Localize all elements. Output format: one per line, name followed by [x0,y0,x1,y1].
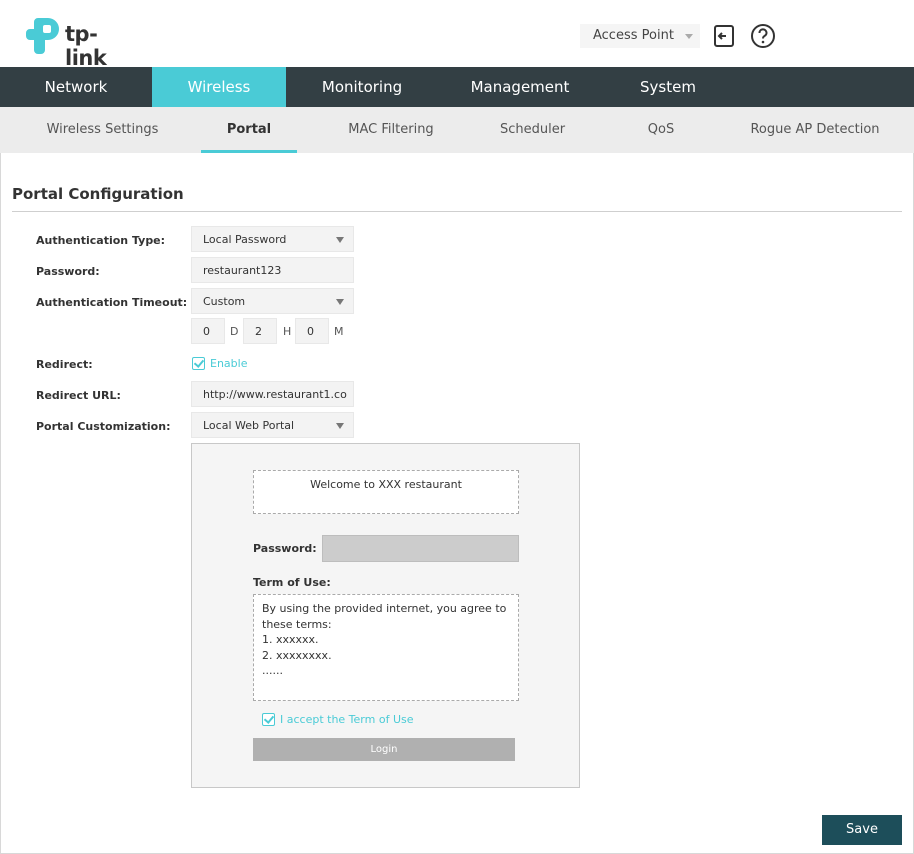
divider [12,211,902,212]
redirect-url-field[interactable]: http://www.restaurant1.co [191,381,354,407]
preview-login-button: Login [253,738,515,761]
subtab-scheduler[interactable]: Scheduler [485,107,580,153]
portal-customization-label: Portal Customization: [36,420,171,433]
timeout-minutes-unit: M [334,325,344,338]
chevron-down-icon [685,34,693,39]
timeout-hours-input[interactable]: 2 [243,318,277,344]
tab-management[interactable]: Management [438,67,602,107]
redirect-label: Redirect: [36,358,93,371]
preview-accept-label: I accept the Term of Use [280,713,414,726]
auth-type-label: Authentication Type: [36,234,166,247]
save-button[interactable]: Save [822,815,902,845]
portal-preview: Welcome to XXX restaurant Password: Term… [191,443,580,788]
chevron-down-icon [336,237,344,243]
help-icon[interactable] [750,23,776,49]
preview-password-input [322,535,519,562]
subtab-qos[interactable]: QoS [630,107,692,153]
redirect-enable-label[interactable]: Enable [210,357,247,370]
redirect-checkbox[interactable] [192,357,205,370]
auth-timeout-value: Custom [203,295,246,308]
preview-welcome-text[interactable]: Welcome to XXX restaurant [253,470,519,514]
auth-type-value: Local Password [203,233,287,246]
password-label: Password: [36,265,100,278]
redirect-url-value: http://www.restaurant1.co [203,388,347,401]
preview-password-label: Password: [253,542,317,555]
logout-icon[interactable] [711,23,737,49]
brand-name: tp-link [65,22,107,70]
subtab-rogue-ap-detection[interactable]: Rogue AP Detection [740,107,890,153]
timeout-days-unit: D [230,325,239,338]
terms-line: 1. xxxxxx. [262,633,319,646]
active-subtab-indicator [201,150,297,153]
timeout-minutes-input[interactable]: 0 [295,318,329,344]
tp-link-logo: tp-link [26,16,136,70]
tp-link-logo-icon [26,18,59,54]
section-title: Portal Configuration [12,185,184,203]
auth-type-select[interactable]: Local Password [191,226,354,252]
mode-select[interactable]: Access Point [580,24,700,48]
subtab-wireless-settings[interactable]: Wireless Settings [30,107,175,153]
portal-customization-select[interactable]: Local Web Portal [191,412,354,438]
preview-terms-text[interactable]: By using the provided internet, you agre… [253,594,519,701]
redirect-url-label: Redirect URL: [36,389,121,402]
preview-terms-label: Term of Use: [253,576,331,589]
chevron-down-icon [336,299,344,305]
terms-line: these terms: [262,617,332,631]
timeout-days-input[interactable]: 0 [191,318,225,344]
main-nav: Network Wireless Monitoring Management S… [0,67,914,107]
password-field[interactable]: restaurant123 [191,257,354,283]
mode-select-value: Access Point [593,28,674,43]
chevron-down-icon [336,423,344,429]
tab-wireless[interactable]: Wireless [152,67,286,107]
sub-nav: Wireless Settings Portal MAC Filtering S… [0,107,914,153]
auth-timeout-select[interactable]: Custom [191,288,354,314]
terms-line: ...... [262,664,283,677]
timeout-hours-unit: H [283,325,292,338]
tab-monitoring[interactable]: Monitoring [286,67,438,107]
portal-customization-value: Local Web Portal [203,419,295,432]
tab-system[interactable]: System [602,67,734,107]
terms-line: By using the provided internet, you agre… [262,602,507,615]
tab-network[interactable]: Network [0,67,152,107]
auth-timeout-label: Authentication Timeout: [36,296,188,309]
terms-line: 2. xxxxxxxx. [262,648,332,662]
subtab-mac-filtering[interactable]: MAC Filtering [335,107,447,153]
subtab-portal[interactable]: Portal [201,107,297,153]
password-value: restaurant123 [203,264,282,277]
preview-accept-checkbox [262,713,275,726]
header: tp-link Access Point [0,0,914,70]
